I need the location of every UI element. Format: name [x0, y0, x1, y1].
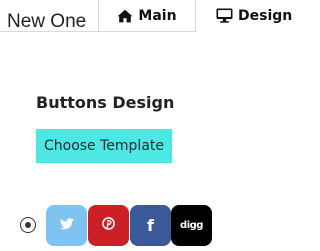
twitter-button[interactable] — [46, 205, 87, 246]
tab-design[interactable]: Design — [208, 0, 304, 31]
radio-selected-dot — [25, 222, 31, 228]
home-icon — [117, 9, 133, 23]
facebook-icon: f — [147, 216, 154, 235]
pinterest-button[interactable] — [88, 205, 129, 246]
digg-button[interactable]: digg — [171, 205, 212, 246]
app-title: New One — [7, 11, 87, 32]
digg-icon: digg — [180, 220, 203, 231]
choose-template-button[interactable]: Choose Template — [36, 129, 172, 163]
tab-design-label: Design — [238, 7, 293, 24]
section-heading: Buttons Design — [36, 93, 175, 112]
desktop-icon — [216, 8, 233, 23]
twitter-icon — [59, 217, 74, 235]
facebook-button[interactable]: f — [130, 205, 171, 246]
pinterest-icon — [102, 216, 115, 235]
style-radio[interactable] — [20, 217, 36, 233]
tab-main[interactable]: Main — [98, 0, 196, 31]
header-divider — [0, 31, 196, 32]
tab-main-label: Main — [138, 7, 177, 24]
